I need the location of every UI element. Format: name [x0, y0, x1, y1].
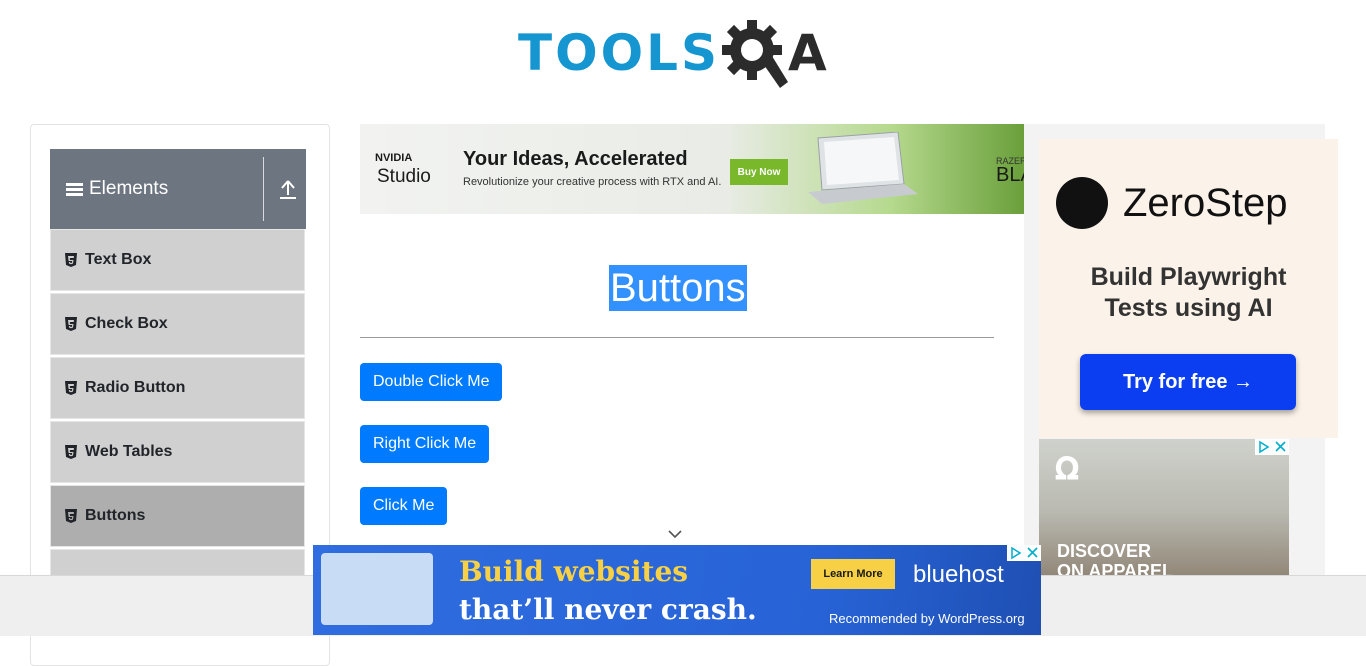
sidebar-item-web-tables[interactable]: Web Tables — [50, 421, 305, 483]
elements-group-header[interactable]: Elements — [50, 149, 306, 229]
zerostep-line-2: Tests using AI — [1104, 294, 1273, 322]
banner-partner-large: BLA — [996, 164, 1024, 186]
upload-icon[interactable] — [278, 177, 298, 201]
laptop-image — [808, 132, 918, 204]
html5-icon — [65, 381, 77, 395]
chevron-down-icon[interactable] — [667, 528, 683, 540]
sidebar-item-label: Web Tables — [85, 443, 173, 460]
zerostep-brand: ZeroStep — [1123, 181, 1288, 225]
sidebar-item-text-box[interactable]: Text Box — [50, 229, 305, 291]
html5-icon — [65, 253, 77, 267]
sidebar-item-buttons[interactable]: Buttons — [50, 485, 305, 547]
bluehost-headline-1: Build websites — [459, 555, 689, 588]
gear-icon — [722, 20, 788, 88]
title-divider — [360, 337, 994, 338]
learn-more-button[interactable]: Learn More — [811, 559, 895, 589]
html5-icon — [65, 509, 77, 523]
on-apparel-ad[interactable]: 𝛀 DISCOVER ON APPAREL — [1039, 439, 1289, 585]
logo-text-qa: A — [720, 16, 827, 90]
sidebar-item-label: Check Box — [85, 315, 168, 332]
adchoices-icon[interactable] — [1255, 439, 1272, 455]
bluehost-ad[interactable]: Build websites that’ll never crash. Lear… — [313, 545, 1041, 635]
sidebar-item-radio-button[interactable]: Radio Button — [50, 357, 305, 419]
bluehost-brand: bluehost — [913, 561, 1004, 588]
logo-text-tools: TOOLS — [518, 24, 720, 82]
banner-subline: Revolutionize your creative process with… — [463, 176, 722, 188]
close-icon[interactable] — [1024, 545, 1041, 561]
sidebar-item-check-box[interactable]: Check Box — [50, 293, 305, 355]
group-title: Elements — [66, 149, 168, 229]
banner-buy-button[interactable]: Buy Now — [730, 159, 788, 185]
ad-thumbnail-image — [321, 553, 433, 625]
banner-brand-large: Studio — [377, 166, 431, 187]
html5-icon — [65, 317, 77, 331]
zerostep-ad[interactable]: ZeroStep Build Playwright Tests using AI… — [1039, 139, 1338, 438]
right-click-button[interactable]: Right Click Me — [360, 425, 490, 463]
zerostep-logo-icon — [1056, 177, 1108, 229]
on-ad-line-1: DISCOVER — [1057, 541, 1152, 561]
sidebar-item-label: Radio Button — [85, 379, 186, 396]
html5-icon — [65, 445, 77, 459]
banner-brand-small: NVIDIA — [375, 152, 413, 164]
sidebar-item-label: Text Box — [85, 251, 152, 268]
click-me-button[interactable]: Click Me — [360, 487, 448, 525]
header-divider — [263, 157, 264, 221]
top-banner-ad[interactable]: NVIDIA Studio Your Ideas, Accelerated Re… — [360, 124, 1024, 214]
zerostep-line-1: Build Playwright — [1090, 263, 1287, 291]
bluehost-headline-2: that’ll never crash. — [459, 593, 757, 626]
banner-headline: Your Ideas, Accelerated — [463, 148, 688, 170]
group-title-label: Elements — [89, 178, 169, 199]
page-title: Buttons — [609, 265, 747, 311]
double-click-button[interactable]: Double Click Me — [360, 363, 503, 401]
on-logo-icon: 𝛀 — [1055, 453, 1079, 486]
sidebar-item-label: Buttons — [85, 507, 146, 524]
menu-icon — [66, 182, 83, 196]
ad-close-controls[interactable] — [1255, 439, 1289, 455]
close-icon[interactable] — [1272, 439, 1289, 455]
try-for-free-button[interactable]: Try for free → — [1080, 354, 1296, 410]
ad-close-controls[interactable] — [1007, 545, 1041, 561]
bluehost-recommended: Recommended by WordPress.org — [829, 611, 1025, 626]
adchoices-icon[interactable] — [1007, 545, 1024, 561]
toolsqa-logo[interactable]: TOOLS A — [518, 16, 840, 90]
logo-letter-a: A — [788, 24, 827, 82]
